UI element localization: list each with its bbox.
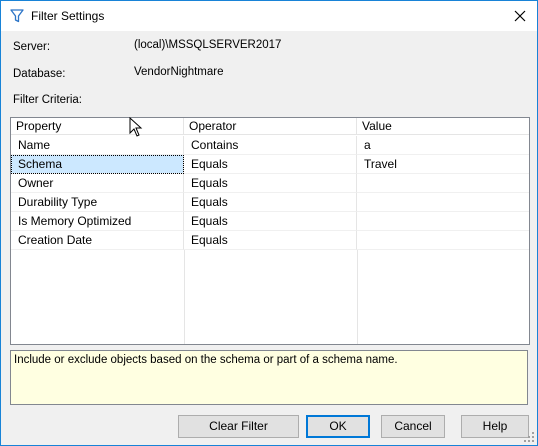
column-header-operator[interactable]: Operator [184, 118, 357, 135]
operator-cell[interactable]: Equals [184, 174, 357, 193]
operator-cell[interactable]: Contains [184, 136, 357, 155]
property-cell[interactable]: Creation Date [11, 231, 184, 250]
value-cell[interactable] [357, 231, 529, 250]
column-header-value[interactable]: Value [357, 118, 529, 135]
mouse-cursor-icon [129, 117, 143, 137]
table-row[interactable]: Creation Date Equals [11, 231, 529, 250]
value-cell[interactable] [357, 193, 529, 212]
server-value: (local)\MSSQLSERVER2017 [134, 39, 282, 51]
clear-filter-button[interactable]: Clear Filter [178, 415, 299, 438]
table-row[interactable]: Owner Equals [11, 174, 529, 193]
description-panel: Include or exclude objects based on the … [10, 350, 528, 405]
value-cell[interactable] [357, 174, 529, 193]
column-header-property[interactable]: Property [11, 118, 184, 135]
operator-cell[interactable]: Equals [184, 155, 357, 174]
table-row[interactable]: Durability Type Equals [11, 193, 529, 212]
value-cell[interactable] [357, 212, 529, 231]
table-row[interactable]: Is Memory Optimized Equals [11, 212, 529, 231]
property-cell[interactable]: Name [11, 136, 184, 155]
grid-header: Property Operator Value [11, 118, 529, 136]
filter-funnel-icon [10, 9, 24, 23]
close-icon [514, 10, 526, 22]
resize-grip-icon[interactable] [523, 431, 535, 443]
table-row[interactable]: Schema Equals Travel [11, 155, 529, 174]
column-divider [357, 250, 358, 344]
value-cell[interactable]: Travel [357, 155, 529, 174]
ok-button[interactable]: OK [306, 415, 370, 438]
operator-cell[interactable]: Equals [184, 231, 357, 250]
property-cell[interactable]: Durability Type [11, 193, 184, 212]
cancel-button[interactable]: Cancel [381, 415, 445, 438]
value-cell[interactable]: a [357, 136, 529, 155]
title-bar: Filter Settings [1, 1, 537, 31]
window-title: Filter Settings [31, 9, 105, 23]
property-cell[interactable]: Owner [11, 174, 184, 193]
filter-criteria-label: Filter Criteria: [13, 94, 83, 106]
property-cell[interactable]: Is Memory Optimized [11, 212, 184, 231]
filter-settings-dialog: Filter Settings Server: (local)\MSSQLSER… [0, 0, 538, 446]
property-cell[interactable]: Schema [11, 155, 184, 174]
table-row[interactable]: Name Contains a [11, 136, 529, 155]
database-value: VendorNightmare [134, 66, 224, 78]
server-label: Server: [13, 41, 51, 53]
filter-criteria-grid[interactable]: Property Operator Value Name Contains a … [10, 117, 530, 345]
database-label: Database: [13, 68, 66, 80]
help-button[interactable]: Help [461, 415, 529, 438]
column-divider [184, 250, 185, 344]
operator-cell[interactable]: Equals [184, 193, 357, 212]
close-button[interactable] [503, 1, 537, 31]
operator-cell[interactable]: Equals [184, 212, 357, 231]
